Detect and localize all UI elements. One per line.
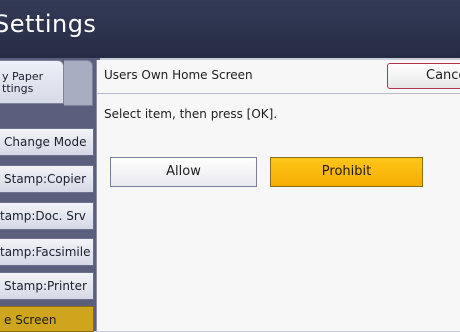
title-bar: Settings: [0, 0, 460, 58]
settings-dialog: Users Own Home Screen Cancel Select item…: [96, 60, 460, 331]
cancel-button[interactable]: Cancel: [387, 63, 460, 89]
sidebar-item-label: tamp:Facsimile: [0, 245, 91, 259]
sidebar-item-stamp-copier[interactable]: Stamp:Copier: [0, 165, 94, 193]
page-title: Settings: [0, 10, 97, 38]
sidebar-item-stamp-printer[interactable]: Stamp:Printer: [0, 272, 94, 300]
sidebar-item-label: tamp:Doc. Srv: [0, 209, 86, 223]
sidebar-item-label: Stamp:Copier: [4, 172, 87, 186]
tab-paper-settings-label: y Paper ttings: [2, 70, 44, 95]
sidebar-item-stamp-facsimile[interactable]: tamp:Facsimile: [0, 238, 94, 266]
sidebar-item-label: Change Mode: [4, 135, 87, 149]
sidebar-item-stamp-doc-server[interactable]: tamp:Doc. Srv: [0, 202, 94, 230]
instruction-text: Select item, then press [OK].: [104, 107, 278, 121]
sidebar-item-home-screen[interactable]: e Screen: [0, 306, 94, 332]
allow-button[interactable]: Allow: [110, 157, 257, 187]
sidebar-item-label: e Screen: [4, 313, 57, 327]
tab-paper-settings[interactable]: y Paper ttings: [0, 60, 64, 104]
tab-next[interactable]: [64, 60, 93, 106]
sidebar-item-change-mode[interactable]: Change Mode: [0, 128, 94, 156]
sidebar-item-label: Stamp:Printer: [4, 279, 87, 293]
prohibit-button[interactable]: Prohibit: [270, 157, 423, 187]
dialog-header: Users Own Home Screen Cancel: [97, 60, 460, 94]
dialog-title: Users Own Home Screen: [104, 68, 253, 82]
